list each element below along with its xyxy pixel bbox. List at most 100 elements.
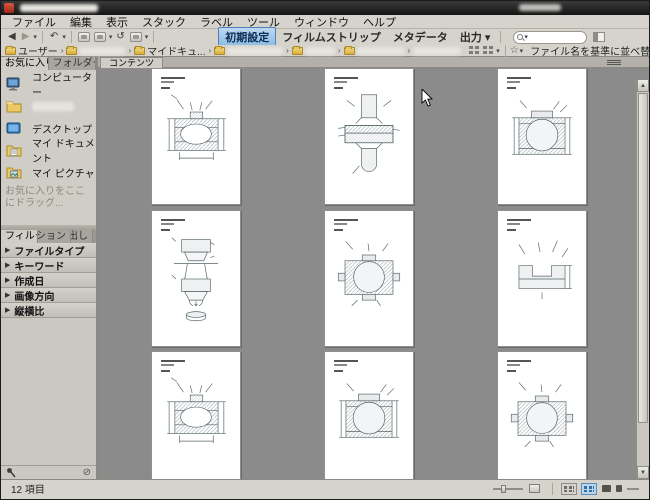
- view-caret[interactable]: ▾: [495, 47, 501, 55]
- thumb-header-text: [507, 81, 520, 83]
- expand-icon: ▶: [5, 277, 11, 284]
- view-list-button[interactable]: [616, 485, 622, 492]
- compact-mode-icon[interactable]: [593, 32, 606, 42]
- statusbar-controls: [493, 482, 639, 495]
- toolbar-separator: [153, 31, 155, 43]
- new-folder-caret[interactable]: ▾: [144, 33, 150, 41]
- patent-drawing-circle-block: [339, 383, 399, 438]
- star-caret[interactable]: ▾: [519, 47, 525, 55]
- folder-icon: [134, 45, 146, 55]
- filter-section-header[interactable]: ▶ キーワード: [1, 258, 96, 273]
- thumb-header-text: [161, 77, 185, 79]
- path-bar: ユーザー››マイドキュ...›››› ▾ ☆ ▾ ファイル名を基準に並べ替え ▾…: [1, 43, 649, 58]
- scrollbar-thumb[interactable]: [638, 93, 648, 423]
- redacted-favorite-label: [32, 101, 74, 111]
- star-filter-icon[interactable]: ☆: [510, 45, 519, 56]
- thumb-header-text: [334, 364, 347, 366]
- boomerang-caret[interactable]: ▾: [61, 33, 67, 41]
- refine-icon[interactable]: [93, 32, 106, 42]
- forward-button[interactable]: ▶: [19, 30, 33, 44]
- thumb-header-text: [161, 364, 174, 366]
- thumbnail-size-slider[interactable]: [493, 484, 523, 493]
- clear-filter-icon[interactable]: ⊘: [83, 467, 91, 479]
- favorites-item[interactable]: マイ ピクチャ: [1, 161, 96, 183]
- default-thumb-size-button[interactable]: [529, 484, 540, 493]
- breadcrumb-item[interactable]: [343, 45, 405, 55]
- toolbar-separator: [41, 31, 43, 43]
- filter-tab[interactable]: 書き出し: [71, 230, 93, 243]
- redacted-folder-name: [356, 46, 405, 55]
- mouse-cursor: [421, 89, 433, 107]
- detail-view-icon[interactable]: [483, 46, 494, 55]
- breadcrumb-item[interactable]: [291, 45, 335, 55]
- breadcrumb-item[interactable]: マイドキュ...: [134, 43, 206, 58]
- search-input[interactable]: ▾: [513, 30, 588, 44]
- filter-footer: ⊘: [1, 465, 96, 479]
- nav-dropdown-caret[interactable]: ▾: [32, 33, 38, 41]
- filter-section-header[interactable]: ▶ 縦横比: [1, 303, 96, 318]
- filter-section-header[interactable]: ▶ ファイルタイプ: [1, 243, 96, 258]
- thumb-header-text: [161, 223, 174, 225]
- folder-icon: [291, 45, 303, 55]
- content-panel: コンテンツ ▲ ▼: [98, 57, 649, 479]
- thumbnail-view-icon[interactable]: [469, 46, 480, 55]
- favorites-item-label: コンピューター: [32, 73, 92, 99]
- back-button[interactable]: ◀: [5, 30, 19, 44]
- filter-section-label: 画像方向: [14, 291, 55, 303]
- filter-tab[interactable]: フィルター: [1, 230, 38, 243]
- favorites-item[interactable]: マイ ドキュメント: [1, 139, 96, 165]
- filter-section-label: 作成日: [14, 276, 45, 288]
- view-thumbnails-button[interactable]: [581, 482, 597, 495]
- menu-item[interactable]: 編集: [63, 14, 99, 30]
- thumbnail[interactable]: [497, 210, 587, 347]
- statusbar-separator: [552, 482, 553, 495]
- main-area: お気に入りフォルダー コンピューターデスクトップマイ ドキュメントマイ ピクチャ…: [1, 57, 649, 479]
- menu-item[interactable]: ファイル: [5, 14, 63, 30]
- thumb-header-text: [161, 219, 185, 221]
- filter-section-header[interactable]: ▶ 画像方向: [1, 288, 96, 303]
- menu-item[interactable]: 表示: [99, 14, 135, 30]
- thumbnail[interactable]: [151, 68, 241, 205]
- breadcrumb-item[interactable]: ユーザー: [5, 43, 58, 58]
- boomerang-icon[interactable]: ↶: [47, 30, 61, 44]
- thumb-header-text: [507, 219, 531, 221]
- thumbnail[interactable]: [324, 351, 414, 479]
- breadcrumb-separator: ›: [337, 46, 341, 55]
- tab-content[interactable]: コンテンツ: [100, 57, 164, 68]
- sort-label[interactable]: ファイル名を基準に並べ替え: [530, 43, 649, 58]
- thumbnail[interactable]: [324, 68, 414, 205]
- breadcrumb-label: ユーザー: [18, 47, 58, 58]
- favorites-item[interactable]: コンピューター: [1, 73, 96, 99]
- menu-item[interactable]: スタック: [135, 14, 193, 30]
- thumbnail[interactable]: [497, 351, 587, 479]
- filter-panel: フィルターコレクション書き出し ▶ファイルタイプ▶キーワード▶作成日▶画像方向▶…: [1, 230, 96, 479]
- camera-import-icon[interactable]: [77, 32, 90, 42]
- favorites-item-label: デスクトップ: [32, 124, 92, 136]
- computer-icon: [6, 77, 27, 91]
- new-folder-icon[interactable]: [129, 32, 142, 42]
- thumbnail[interactable]: [151, 351, 241, 479]
- filter-tab[interactable]: コレクション: [38, 230, 71, 243]
- vertical-scrollbar[interactable]: ▲ ▼: [636, 79, 649, 479]
- filter-section-header[interactable]: ▶ 作成日: [1, 273, 96, 288]
- thumb-header-text: [334, 219, 358, 221]
- thumb-header-text: [334, 223, 347, 225]
- scroll-down-button[interactable]: ▼: [637, 466, 649, 479]
- breadcrumb-separator: ›: [286, 46, 289, 55]
- panel-menu-icon[interactable]: [607, 59, 621, 66]
- view-grid-lock-button[interactable]: [561, 482, 577, 495]
- rotate-ccw-icon[interactable]: ↺: [113, 30, 127, 44]
- pin-icon[interactable]: [6, 467, 16, 478]
- thumbnail[interactable]: [497, 68, 587, 205]
- thumbnail[interactable]: [151, 210, 241, 347]
- thumbnail[interactable]: [324, 210, 414, 347]
- breadcrumb-item[interactable]: [214, 45, 284, 55]
- scroll-up-button[interactable]: ▲: [637, 79, 649, 92]
- filter-tabs: フィルターコレクション書き出し: [1, 230, 96, 243]
- slider-handle[interactable]: [501, 484, 506, 493]
- patent-drawing-step-profile: [518, 240, 572, 300]
- view-details-button[interactable]: [602, 485, 611, 492]
- breadcrumb-item[interactable]: [66, 45, 126, 55]
- sidebar: お気に入りフォルダー コンピューターデスクトップマイ ドキュメントマイ ピクチャ…: [1, 57, 96, 479]
- breadcrumb-label: マイドキュ...: [147, 47, 206, 58]
